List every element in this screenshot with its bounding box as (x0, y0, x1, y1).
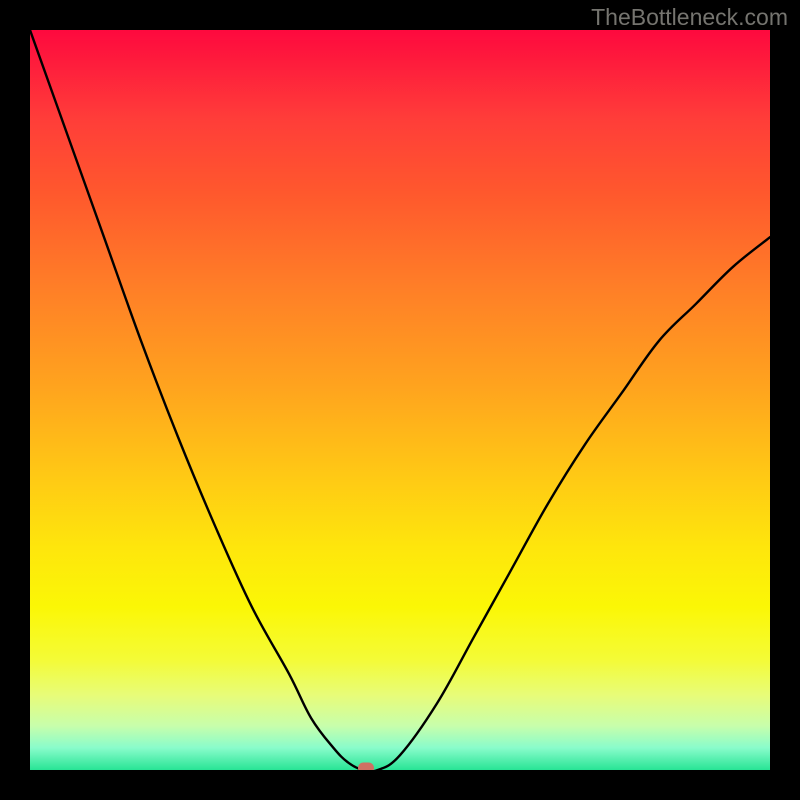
watermark-text: TheBottleneck.com (591, 4, 788, 31)
plot-area (30, 30, 770, 770)
chart-frame: TheBottleneck.com (0, 0, 800, 800)
optimum-marker (358, 762, 374, 770)
bottleneck-curve (30, 30, 770, 770)
